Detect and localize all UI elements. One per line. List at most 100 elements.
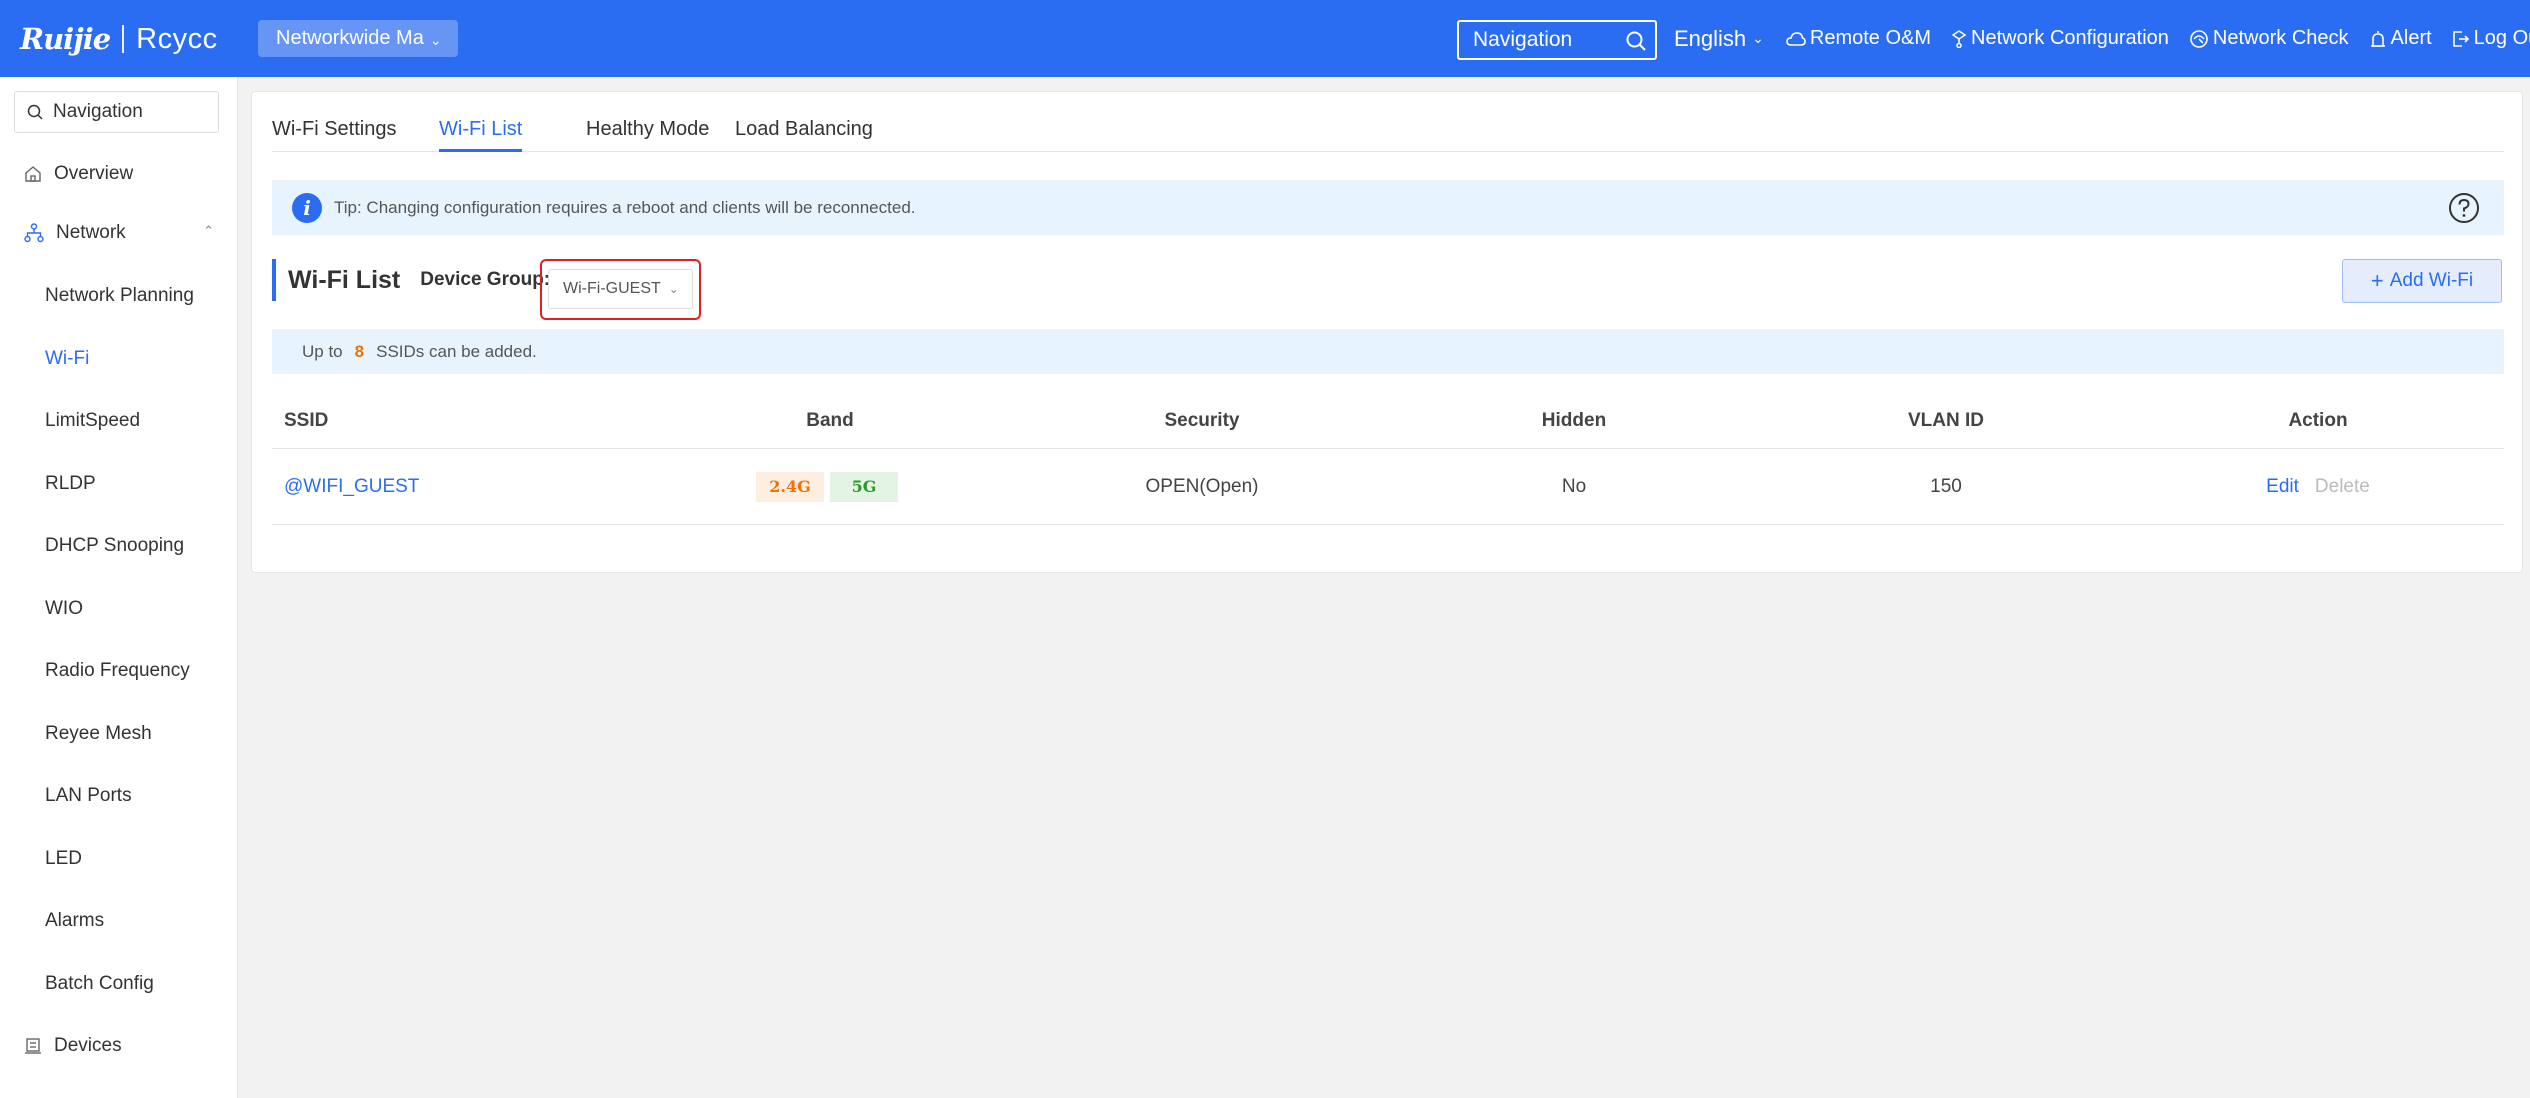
delete-button[interactable]: Delete	[2315, 476, 2370, 498]
tab-wifi-list[interactable]: Wi-Fi List	[439, 118, 523, 152]
plus-icon: +	[2370, 268, 2384, 293]
logout-icon	[2452, 30, 2469, 47]
column-security: Security	[1164, 410, 1240, 431]
header-menu: English ⌄ Remote O&M Network Configurati…	[1674, 0, 2530, 77]
sidebar-item-batch-config[interactable]: Batch Config	[0, 964, 238, 1004]
cloud-icon	[1786, 31, 1806, 46]
add-wifi-button[interactable]: + Add Wi-Fi	[2342, 259, 2502, 303]
column-vlan-id: VLAN ID	[1908, 410, 1984, 431]
sidebar-item-label: LAN Ports	[45, 785, 132, 806]
chevron-up-icon[interactable]: ⌃	[203, 223, 214, 239]
header-search-placeholder: Navigation	[1473, 28, 1573, 51]
sidebar-item-dhcp-snooping[interactable]: DHCP Snooping	[0, 526, 238, 566]
column-ssid: SSID	[284, 410, 329, 431]
network-topology-icon	[24, 223, 44, 243]
network-check-label: Network Check	[2212, 27, 2349, 49]
sidebar-item-label: LimitSpeed	[45, 410, 141, 431]
tip-banner: i Tip: Changing configuration requires a…	[272, 180, 2504, 235]
sidebar-item-label: Devices	[54, 1035, 122, 1056]
sidebar-search-placeholder: Navigation	[53, 101, 143, 122]
column-band: Band	[806, 410, 854, 431]
sidebar-item-alarms[interactable]: Alarms	[0, 901, 238, 941]
device-group-value: Wi-Fi-GUEST	[563, 280, 661, 297]
network-configuration-link[interactable]: Network Configuration	[1951, 27, 2169, 50]
band-badge-2-4g: 2.4G	[756, 471, 824, 502]
wifi-list-heading: Wi-Fi List Device Group:	[272, 259, 550, 301]
sidebar-item-overview[interactable]: Overview	[0, 154, 238, 194]
add-wifi-label: Add Wi-Fi	[2389, 270, 2474, 291]
project-selector[interactable]: Networkwide Ma ⌄	[258, 20, 458, 57]
tab-healthy-mode[interactable]: Healthy Mode	[586, 118, 709, 152]
logo-ruijie: Ruijie	[20, 22, 111, 56]
edit-button[interactable]: Edit	[2266, 476, 2299, 498]
ssid-cell: @WIFI_GUEST	[284, 449, 419, 524]
wifi-table: SSID Band Security Hidden VLAN ID Action…	[272, 394, 2504, 525]
limit-prefix: Up to	[302, 341, 343, 361]
top-header: Ruijie Rcycc Networkwide Ma ⌄ Navigation…	[0, 0, 2530, 77]
sidebar-item-label: RLDP	[45, 473, 96, 494]
alert-link[interactable]: Alert	[2369, 27, 2432, 50]
main-card: Wi-Fi Settings Wi-Fi List Healthy Mode L…	[251, 91, 2523, 573]
sidebar-item-network-planning[interactable]: Network Planning	[0, 276, 238, 316]
tab-wifi-settings[interactable]: Wi-Fi Settings	[272, 118, 396, 152]
sidebar-item-label: Reyee Mesh	[45, 723, 152, 744]
sidebar-item-label: Network	[56, 222, 126, 243]
sidebar-item-label: Radio Frequency	[45, 660, 190, 681]
network-configuration-label: Network Configuration	[1971, 27, 2169, 49]
network-config-icon	[1951, 29, 1967, 48]
header-search-input[interactable]: Navigation	[1457, 20, 1657, 60]
sidebar-item-wifi[interactable]: Wi-Fi	[0, 339, 238, 379]
sidebar-item-limitspeed[interactable]: LimitSpeed	[0, 401, 238, 441]
sidebar-item-label: Alarms	[45, 910, 105, 931]
limit-count: 8	[354, 341, 365, 361]
tab-load-balancing[interactable]: Load Balancing	[735, 118, 873, 152]
sidebar-item-devices[interactable]: Devices	[0, 1026, 238, 1066]
table-row: @WIFI_GUEST 2.4G 5G OPEN(Open) No 150 Ed…	[272, 449, 2504, 525]
chevron-down-icon: ⌄	[1752, 30, 1764, 46]
alert-label: Alert	[2390, 27, 2432, 49]
sidebar-item-label: Network Planning	[45, 285, 194, 306]
remote-om-link[interactable]: Remote O&M	[1786, 27, 1931, 50]
sidebar: Navigation Overview Network ⌃ Network Pl…	[0, 77, 238, 1098]
sidebar-item-label: Batch Config	[45, 973, 154, 994]
search-icon	[27, 104, 43, 120]
column-action: Action	[2288, 410, 2348, 431]
sidebar-item-wio[interactable]: WIO	[0, 589, 238, 629]
wifi-list-title: Wi-Fi List	[288, 265, 401, 294]
band-badge-5g: 5G	[830, 471, 898, 502]
sidebar-item-radio-frequency[interactable]: Radio Frequency	[0, 651, 238, 691]
chevron-down-icon: ⌄	[668, 282, 679, 296]
language-selector[interactable]: English ⌄	[1674, 26, 1764, 52]
sidebar-item-lan-ports[interactable]: LAN Ports	[0, 776, 238, 816]
logout-label: Log Out	[2473, 27, 2530, 49]
help-icon[interactable]	[2448, 192, 2480, 224]
logout-link[interactable]: Log Out	[2452, 27, 2530, 50]
tip-text: Tip: Changing configuration requires a r…	[334, 197, 916, 217]
remote-om-label: Remote O&M	[1809, 27, 1932, 49]
column-hidden: Hidden	[1541, 410, 1607, 431]
tab-bar: Wi-Fi Settings Wi-Fi List Healthy Mode L…	[272, 112, 2504, 152]
info-icon: i	[292, 192, 322, 223]
ssid-link[interactable]: @WIFI_GUEST	[284, 476, 419, 498]
sidebar-search-input[interactable]: Navigation	[14, 91, 219, 133]
alert-icon	[2370, 30, 2385, 47]
language-label: English	[1674, 25, 1747, 51]
hidden-cell: No	[1561, 475, 1587, 497]
network-check-icon	[2190, 29, 2208, 48]
sidebar-item-rldp[interactable]: RLDP	[0, 464, 238, 504]
brand-logo[interactable]: Ruijie Rcycc	[20, 22, 218, 56]
sidebar-item-led[interactable]: LED	[0, 839, 238, 879]
sidebar-item-network[interactable]: Network ⌃	[0, 213, 238, 253]
sidebar-item-reyee-mesh[interactable]: Reyee Mesh	[0, 714, 238, 754]
device-group-label: Device Group:	[420, 269, 551, 290]
table-header: SSID Band Security Hidden VLAN ID Action	[272, 394, 2504, 449]
search-icon[interactable]	[1625, 30, 1647, 52]
network-check-link[interactable]: Network Check	[2189, 27, 2349, 50]
device-group-select[interactable]: Wi-Fi-GUEST ⌄	[548, 269, 693, 309]
home-icon	[25, 166, 41, 182]
vlan-cell: 150	[1930, 475, 1962, 497]
band-cell: 2.4G 5G	[644, 449, 1016, 524]
security-cell: OPEN(Open)	[1145, 475, 1259, 497]
action-cell: Edit Delete	[2132, 449, 2504, 524]
limit-suffix: SSIDs can be added.	[376, 341, 537, 361]
